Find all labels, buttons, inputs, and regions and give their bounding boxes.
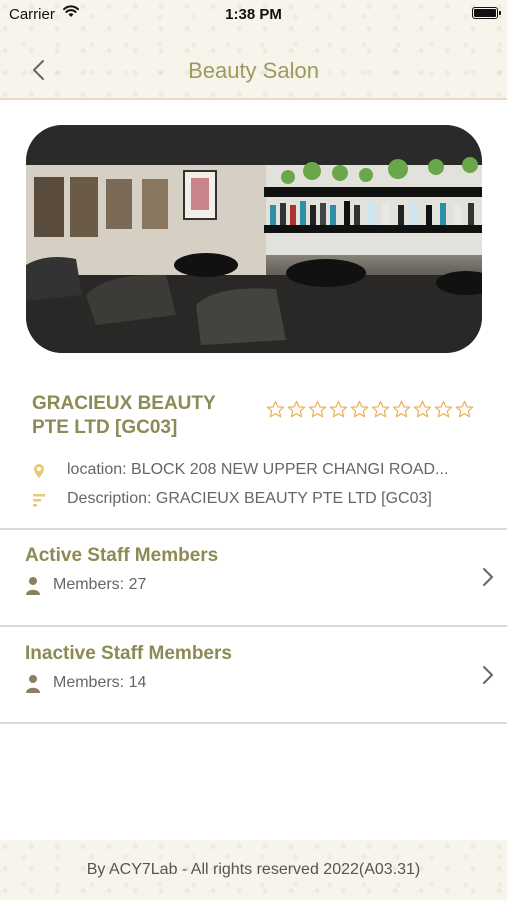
active-staff-title: Active Staff Members [25,545,219,566]
description-text: Description: GRACIEUX BEAUTY PTE LTD [GC… [67,490,432,507]
chevron-right-icon [483,568,493,586]
inactive-staff-title: Inactive Staff Members [25,643,232,664]
star-icon [308,400,327,418]
battery-icon [472,7,501,19]
description-lines-icon [33,494,45,507]
salon-name: GRACIEUX BEAUTY PTE LTD [GC03] [32,392,252,440]
person-icon [26,675,40,693]
person-icon [26,577,40,595]
footer: By ACY7Lab - All rights reserved 2022(A0… [0,840,507,900]
chevron-right-icon [483,666,493,684]
inactive-staff-section[interactable]: Inactive Staff Members Members: 14 [0,626,507,722]
location-text: location: BLOCK 208 NEW UPPER CHANGI ROA… [67,461,449,478]
star-icon [392,400,411,418]
star-icon [434,400,453,418]
star-icon [266,400,285,418]
star-icon [455,400,474,418]
clock: 1:38 PM [225,6,282,23]
page-title: Beauty Salon [188,58,319,83]
status-bar: Carrier 1:38 PM [0,0,507,28]
footer-text: By ACY7Lab - All rights reserved 2022(A0… [86,861,421,878]
active-members-count: Members: 27 [53,576,147,593]
star-icon [329,400,348,418]
header-background: Carrier 1:38 PM Beauty Salon [0,0,507,100]
rating-stars [266,400,474,419]
star-icon [287,400,306,418]
salon-photo [26,125,482,353]
inactive-members-count: Members: 14 [53,674,147,691]
divider [0,722,507,724]
star-icon [413,400,432,418]
star-icon [371,400,390,418]
star-icon [350,400,369,418]
salon-name-line2: PTE LTD [GC03] [32,417,178,438]
active-staff-section[interactable]: Active Staff Members Members: 27 [0,528,507,624]
salon-interior-illustration [26,125,482,353]
location-pin-icon [34,464,44,478]
salon-name-line1: GRACIEUX BEAUTY [32,393,216,414]
navigation-bar: Beauty Salon [0,44,507,98]
